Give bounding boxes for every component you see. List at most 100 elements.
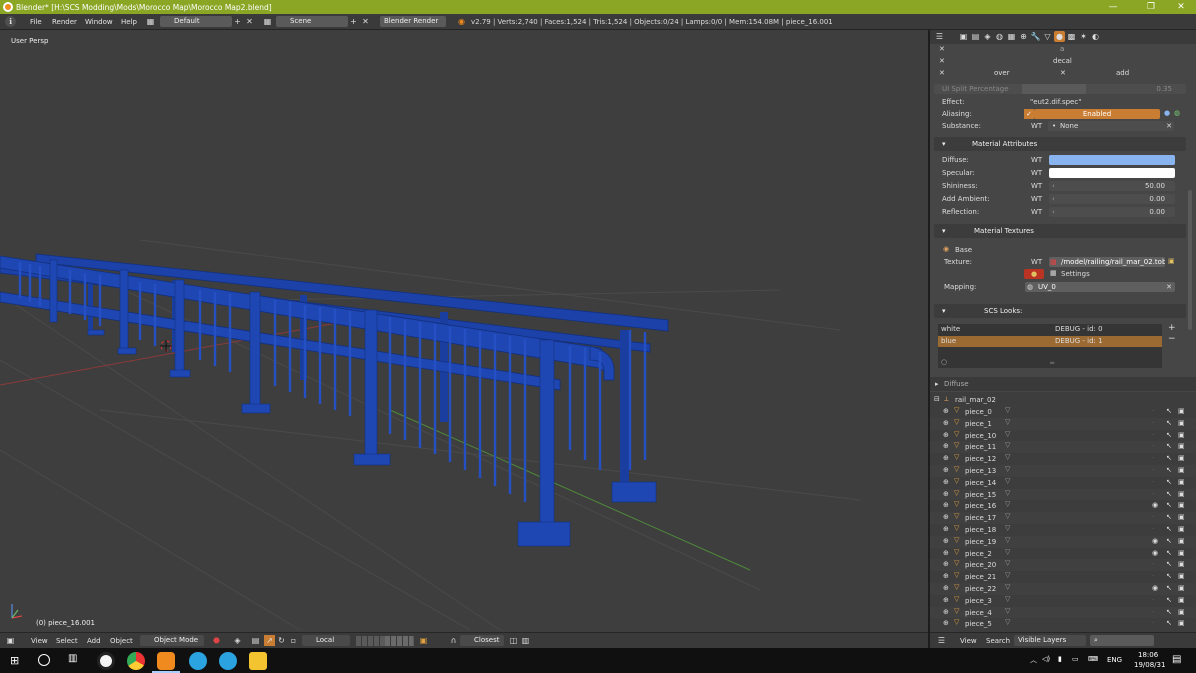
particles-tab-icon[interactable]: ✶ (1078, 31, 1089, 42)
visibility-icon[interactable]: · (1152, 442, 1154, 450)
render-icon[interactable]: ▣ (1178, 407, 1185, 415)
render-icon[interactable]: ▣ (1178, 549, 1185, 557)
select-icon[interactable]: ↖ (1166, 525, 1172, 533)
expand-icon[interactable]: ⊕ (943, 619, 949, 627)
render-icon[interactable]: ▣ (1178, 431, 1185, 439)
visibility-icon[interactable]: ◉ (1152, 549, 1158, 557)
select-icon[interactable]: ↖ (1166, 537, 1172, 545)
select-icon[interactable]: ↖ (1166, 608, 1172, 616)
expand-icon[interactable]: ⊕ (943, 478, 949, 486)
render-icon[interactable]: ▣ (1178, 572, 1185, 580)
expand-icon[interactable]: ⊕ (943, 584, 949, 592)
ui-split-row[interactable]: UI Split Percentage 0.35 (934, 83, 1186, 95)
steam-icon[interactable] (97, 652, 115, 670)
expand-icon[interactable]: ⊕ (943, 549, 949, 557)
battery-icon[interactable]: ▭ (1072, 655, 1079, 663)
expand-icon[interactable]: ⊕ (943, 596, 949, 604)
shininess-field[interactable]: ‹ 50.00 (1049, 181, 1175, 191)
expand-icon[interactable]: ⊕ (943, 490, 949, 498)
material-textures-panel[interactable]: ▾ Material Textures (934, 224, 1186, 238)
remove-icon[interactable]: ✕ (939, 69, 945, 77)
render-icon[interactable]: ▣ (1178, 419, 1185, 427)
menu-object[interactable]: Object (110, 637, 133, 645)
outliner-item[interactable]: ⊕ ▽ piece_20 ▽ · ↖ ▣ (930, 559, 1196, 572)
expand-icon[interactable]: ⊕ (943, 525, 949, 533)
select-icon[interactable]: ↖ (1166, 442, 1172, 450)
visibility-icon[interactable]: ◉ (1152, 584, 1158, 592)
modifiers-tab-icon[interactable]: 🔧 (1030, 31, 1041, 42)
settings-icon[interactable]: ▦ (1050, 269, 1057, 277)
render-icon[interactable]: ▣ (1178, 584, 1185, 592)
outliner-item[interactable]: ⊕ ▽ piece_17 ▽ · ↖ ▣ (930, 512, 1196, 524)
render-icon[interactable]: ▣ (1178, 442, 1185, 450)
visibility-icon[interactable]: · (1152, 619, 1154, 627)
editor-type-icon[interactable]: ▣ (5, 635, 16, 646)
mapping-select[interactable]: ◍ UV_0 ✕ (1025, 282, 1175, 292)
scrollbar[interactable] (1188, 190, 1192, 330)
remove-icon[interactable]: ✕ (939, 57, 945, 65)
aliasing-toggle[interactable]: Enabled (1034, 109, 1160, 119)
expand-icon[interactable]: ⊕ (943, 560, 949, 568)
render-icon[interactable]: ▣ (1178, 608, 1185, 616)
specular-color-swatch[interactable] (1049, 168, 1175, 178)
material-attributes-panel[interactable]: ▾ Material Attributes (934, 137, 1186, 151)
scs-looks-panel[interactable]: ▾ SCS Looks: (934, 304, 1186, 318)
expand-icon[interactable]: ⊕ (943, 454, 949, 462)
resize-handle[interactable]: ═ (1050, 359, 1054, 367)
outliner-item[interactable]: ⊕ ▽ piece_5 ▽ · ↖ ▣ (930, 618, 1196, 630)
render-icon[interactable]: ▣ (1178, 560, 1185, 568)
remove-scene-icon[interactable]: ✕ (360, 16, 371, 27)
outliner-item[interactable]: ⊕ ▽ piece_15 ▽ · ↖ ▣ (930, 488, 1196, 501)
3d-viewport[interactable]: User Persp (0) piece_16.001 (0, 30, 928, 632)
select-icon[interactable]: ↖ (1166, 407, 1172, 415)
outliner-item[interactable]: ⊕ ▽ piece_21 ▽ · ↖ ▣ (930, 571, 1196, 583)
menu-add[interactable]: Add (87, 637, 101, 645)
outliner-item[interactable]: ⊕ ▽ piece_10 ▽ · ↖ ▣ (930, 430, 1196, 442)
add-look-button[interactable]: + (1168, 323, 1176, 333)
outliner-item[interactable]: ⊕ ▽ piece_12 ▽ · ↖ ▣ (930, 453, 1196, 465)
orientation-select[interactable]: Local (302, 635, 350, 646)
snap-element-select[interactable]: Closest (460, 635, 504, 646)
render-icon[interactable]: ▣ (1178, 466, 1185, 474)
outliner-item[interactable]: ⊕ ▽ piece_11 ▽ · ↖ ▣ (930, 441, 1196, 454)
decrement-icon[interactable]: ‹ (1052, 181, 1055, 191)
visibility-icon[interactable]: · (1152, 490, 1154, 498)
outliner-item[interactable]: ⊕ ▽ piece_1 ▽ · ↖ ▣ (930, 417, 1196, 430)
menu-window[interactable]: Window (85, 18, 113, 26)
render-icon[interactable]: ▣ (1178, 619, 1185, 627)
render-icon[interactable]: ▣ (1178, 478, 1185, 486)
translate-icon[interactable]: ↗ (264, 635, 275, 646)
clear-icon[interactable]: ✕ (1166, 121, 1172, 131)
expand-icon[interactable]: ⊕ (943, 442, 949, 450)
telegram-icon[interactable] (189, 652, 207, 670)
select-icon[interactable]: ↖ (1166, 596, 1172, 604)
outliner-item[interactable]: ⊕ ▽ piece_2 ▽ ◉ ↖ ▣ (930, 548, 1196, 560)
visibility-icon[interactable]: ◉ (1152, 537, 1158, 545)
mode-select[interactable]: Object Mode (140, 635, 204, 646)
remove-look-button[interactable]: − (1168, 334, 1176, 344)
expand-icon[interactable]: ⊕ (943, 466, 949, 474)
select-icon[interactable]: ↖ (1166, 513, 1172, 521)
snap-icon[interactable]: ∩ (448, 635, 459, 646)
tray-chevron-icon[interactable]: ︿ (1030, 655, 1037, 665)
outliner-root[interactable]: ⊟ ⟂ rail_mar_02 (930, 394, 1196, 406)
menu-view[interactable]: View (31, 637, 48, 645)
scale-icon[interactable]: ▫ (288, 635, 299, 646)
layer-buttons-2[interactable] (385, 636, 413, 646)
chrome-icon[interactable] (127, 652, 145, 670)
constraints-tab-icon[interactable]: ⊕ (1018, 31, 1029, 42)
texture-preview-icon[interactable]: ● (1024, 269, 1044, 279)
info-icon[interactable]: ● (1164, 109, 1170, 117)
scene-field[interactable]: Scene (276, 16, 348, 27)
maximize-button[interactable]: ❐ (1136, 1, 1166, 13)
select-icon[interactable]: ↖ (1166, 419, 1172, 427)
screen-layout-icon[interactable]: ▦ (145, 16, 156, 27)
clock-date[interactable]: 19/08/31 (1134, 661, 1165, 669)
list-item[interactable]: blue DEBUG - id: 1 (938, 336, 1162, 347)
render-icon[interactable]: ▣ (1178, 525, 1185, 533)
menu-help[interactable]: Help (121, 18, 137, 26)
reflection-field[interactable]: ‹ 0.00 (1049, 207, 1175, 217)
manipulator-icon[interactable]: ▤ (250, 635, 261, 646)
texture-tab-icon[interactable]: ▩ (1066, 31, 1077, 42)
decrement-icon[interactable]: ‹ (1052, 194, 1055, 204)
